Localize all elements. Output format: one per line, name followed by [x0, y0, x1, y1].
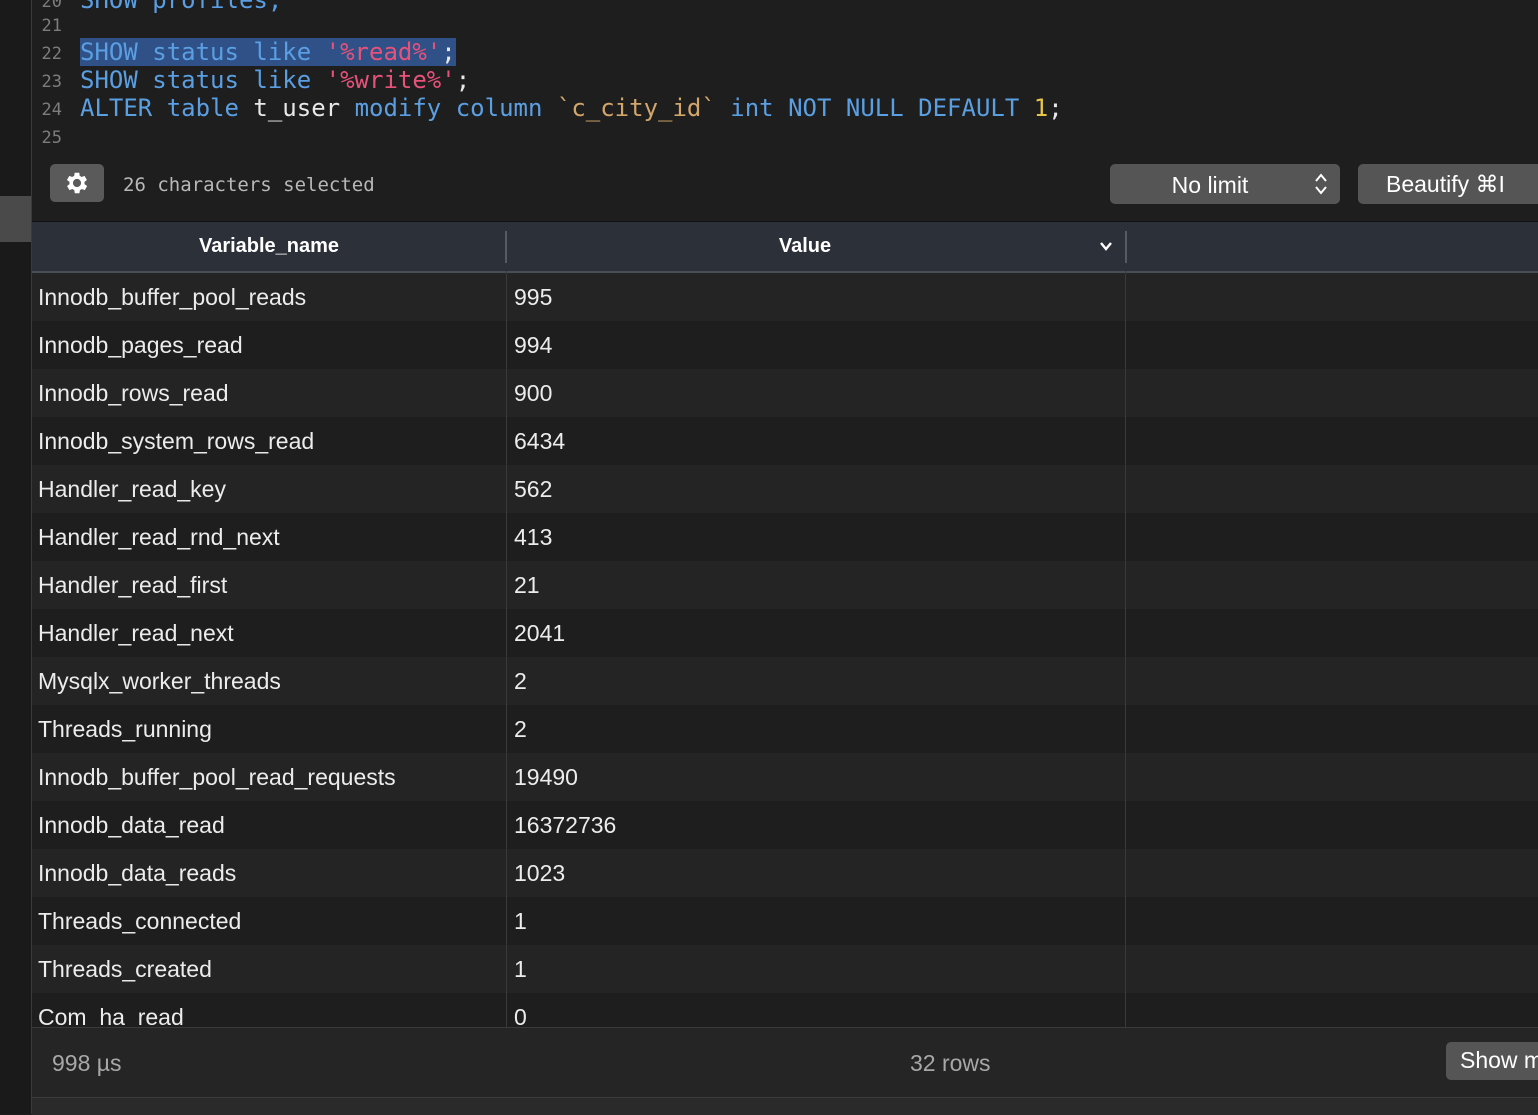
cell-value[interactable]: 1	[514, 897, 527, 945]
table-row[interactable]: Innodb_rows_read 900	[32, 369, 1538, 418]
cell-value[interactable]: 413	[514, 513, 552, 561]
cell-variable-name[interactable]: Com_ha_read	[38, 993, 184, 1028]
table-row[interactable]: Com_ha_read 0	[32, 993, 1538, 1028]
code-line-24: 24 ALTER table t_user modify column `c_c…	[32, 94, 1538, 122]
line-number: 25	[41, 128, 62, 148]
column-resize-handle[interactable]	[1125, 231, 1127, 263]
cell-variable-name[interactable]: Innodb_buffer_pool_read_requests	[38, 753, 396, 801]
table-row[interactable]: Innodb_data_reads 1023	[32, 849, 1538, 898]
code-line-25: 25	[32, 122, 1538, 148]
up-down-chevron-icon	[1315, 173, 1327, 195]
sql-editor[interactable]: 20 SHOW profiles; 21 22 SHOW status like…	[32, 0, 1538, 148]
line-number: 23	[41, 72, 62, 92]
settings-button[interactable]	[50, 164, 104, 202]
column-divider	[506, 271, 507, 1028]
cell-variable-name[interactable]: Mysqlx_worker_threads	[38, 657, 281, 705]
cell-value[interactable]: 900	[514, 369, 552, 417]
code-line-21: 21	[32, 10, 1538, 38]
line-number: 24	[41, 100, 62, 120]
cell-value[interactable]: 1023	[514, 849, 565, 897]
cell-variable-name[interactable]: Innodb_data_reads	[38, 849, 236, 897]
cell-value[interactable]: 2	[514, 657, 527, 705]
gear-icon	[66, 172, 88, 194]
cell-variable-name[interactable]: Innodb_pages_read	[38, 321, 243, 369]
editor-toolbar: 26 characters selected No limit Beautify…	[32, 148, 1538, 220]
line-number: 22	[41, 44, 62, 64]
cell-variable-name[interactable]: Innodb_rows_read	[38, 369, 229, 417]
cell-value[interactable]: 995	[514, 273, 552, 321]
gutter-marker	[0, 196, 31, 242]
cell-value[interactable]: 2041	[514, 609, 565, 657]
cell-variable-name[interactable]: Handler_read_rnd_next	[38, 513, 280, 561]
cell-variable-name[interactable]: Threads_created	[38, 945, 212, 993]
code-text: SHOW status like '%write%';	[80, 66, 471, 94]
cell-value[interactable]: 19490	[514, 753, 578, 801]
cell-variable-name[interactable]: Handler_read_key	[38, 465, 226, 513]
table-row[interactable]: Handler_read_first 21	[32, 561, 1538, 610]
table-row[interactable]: Handler_read_rnd_next 413	[32, 513, 1538, 562]
code-text: ALTER table t_user modify column `c_city…	[80, 94, 1063, 122]
row-count: 32 rows	[910, 1050, 991, 1076]
cell-value[interactable]: 16372736	[514, 801, 616, 849]
column-header-value[interactable]: Value	[507, 222, 1103, 271]
cell-variable-name[interactable]: Threads_running	[38, 705, 212, 753]
cell-variable-name[interactable]: Handler_read_next	[38, 609, 234, 657]
row-limit-select[interactable]: No limit	[1110, 164, 1340, 204]
left-gutter	[0, 0, 32, 1114]
row-limit-value: No limit	[1171, 172, 1249, 198]
cell-variable-name[interactable]: Innodb_data_read	[38, 801, 225, 849]
cell-value[interactable]: 6434	[514, 417, 565, 465]
column-divider	[1125, 271, 1126, 1028]
table-row[interactable]: Innodb_buffer_pool_reads 995	[32, 273, 1538, 322]
table-row[interactable]: Handler_read_key 562	[32, 465, 1538, 514]
beautify-button[interactable]: Beautify ⌘I	[1358, 164, 1538, 204]
table-row[interactable]: Threads_connected 1	[32, 897, 1538, 946]
selected-code: SHOW status like '%read%';	[80, 38, 456, 66]
selection-status: 26 characters selected	[123, 174, 375, 196]
cell-value[interactable]: 0	[514, 993, 527, 1028]
line-number: 21	[41, 16, 62, 36]
show-more-button[interactable]: Show more	[1446, 1042, 1538, 1080]
bottom-bar	[32, 1097, 1538, 1115]
column-header-variable-name[interactable]: Variable_name	[32, 222, 506, 271]
cell-variable-name[interactable]: Innodb_buffer_pool_reads	[38, 273, 306, 321]
table-row[interactable]: Mysqlx_worker_threads 2	[32, 657, 1538, 706]
execution-time: 998 µs	[52, 1050, 122, 1076]
cell-value[interactable]: 21	[514, 561, 540, 609]
table-row[interactable]: Innodb_data_read 16372736	[32, 801, 1538, 850]
cell-value[interactable]: 994	[514, 321, 552, 369]
cell-variable-name[interactable]: Innodb_system_rows_read	[38, 417, 314, 465]
code-line-22: 22 SHOW status like '%read%';	[32, 38, 1538, 66]
table-header: Variable_name Value	[32, 222, 1538, 273]
results-footer: 998 µs 32 rows Show more	[32, 1027, 1538, 1098]
cell-variable-name[interactable]: Handler_read_first	[38, 561, 227, 609]
cell-value[interactable]: 562	[514, 465, 552, 513]
chevron-down-icon[interactable]	[1098, 239, 1114, 253]
results-table: Variable_name Value Innodb_buffer_pool_r…	[32, 221, 1538, 1028]
table-row[interactable]: Innodb_system_rows_read 6434	[32, 417, 1538, 466]
table-row[interactable]: Innodb_pages_read 994	[32, 321, 1538, 370]
cell-value[interactable]: 1	[514, 945, 527, 993]
table-row[interactable]: Threads_running 2	[32, 705, 1538, 754]
code-line-23: 23 SHOW status like '%write%';	[32, 66, 1538, 94]
cell-value[interactable]: 2	[514, 705, 527, 753]
table-row[interactable]: Handler_read_next 2041	[32, 609, 1538, 658]
table-row[interactable]: Innodb_buffer_pool_read_requests 19490	[32, 753, 1538, 802]
cell-variable-name[interactable]: Threads_connected	[38, 897, 241, 945]
table-row[interactable]: Threads_created 1	[32, 945, 1538, 994]
